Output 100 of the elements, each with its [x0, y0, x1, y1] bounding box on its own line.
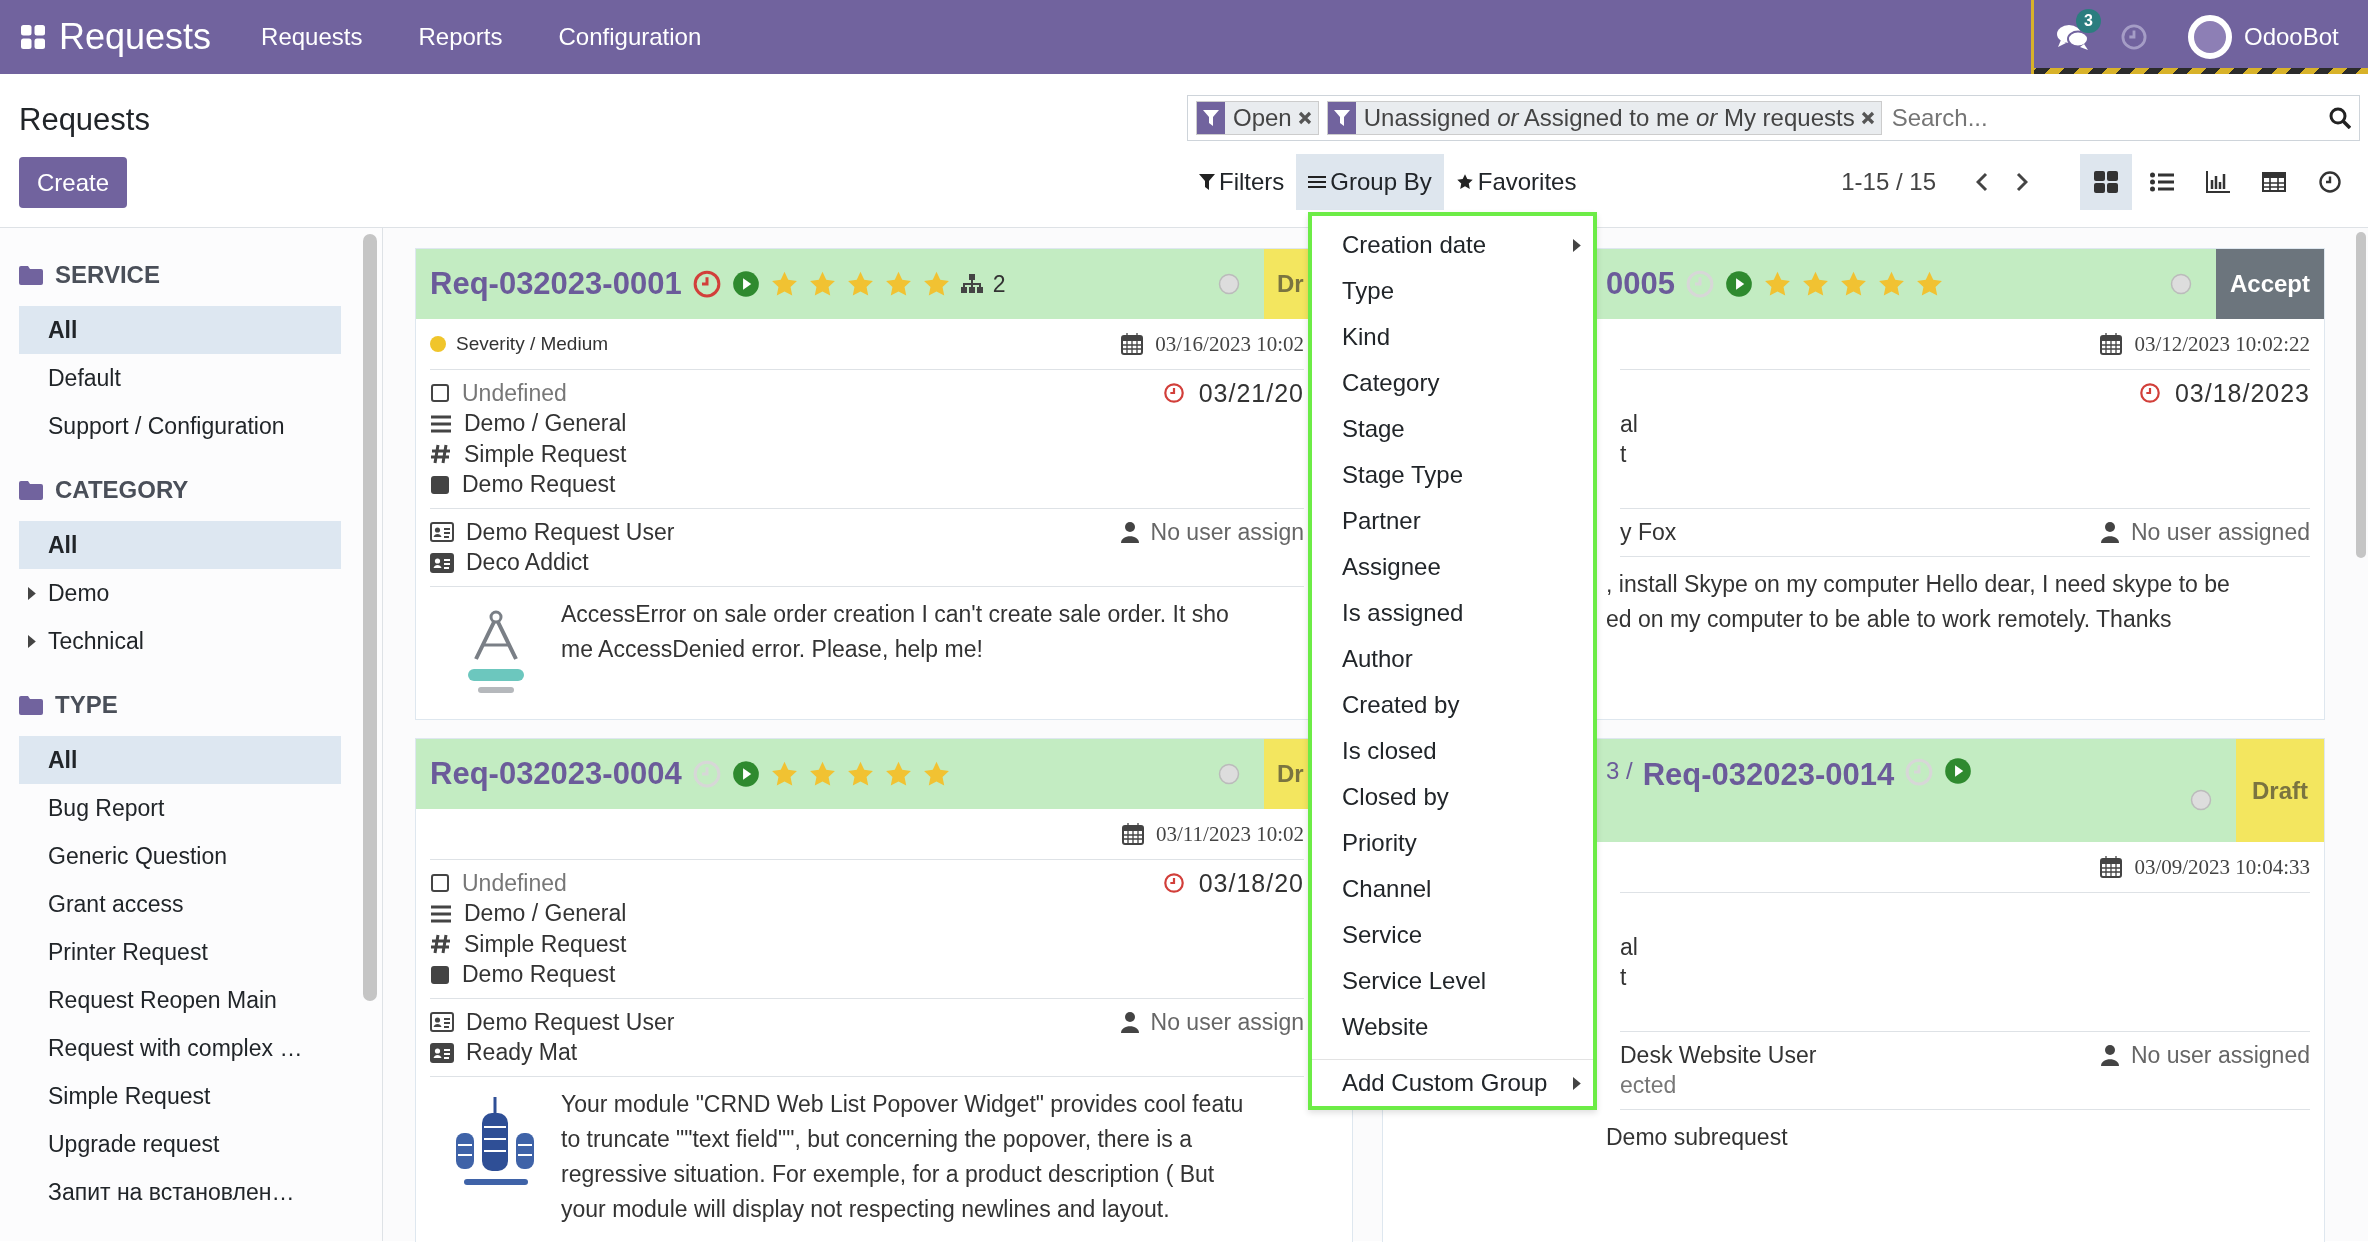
sidebar-item[interactable]: All — [19, 521, 341, 569]
status-circle-icon[interactable] — [1218, 763, 1240, 785]
kanban-view-button[interactable] — [2080, 154, 2132, 210]
description-line: Your module "CRND Web List Popover Widget" provides cool featu — [561, 1090, 1244, 1119]
id-card-icon — [430, 1012, 454, 1033]
user-name[interactable]: OdooBot — [2244, 23, 2339, 51]
favorites-button[interactable]: Favorites — [1443, 154, 1589, 210]
play-icon — [1724, 270, 1753, 298]
description-line: to truncate ""text field"", but concerning the popover, there is a — [561, 1125, 1194, 1154]
search-field[interactable]: Open Unassigned or Assigned to me or My requests Search... — [1187, 95, 2360, 141]
id-card-icon — [430, 552, 454, 573]
field-value: Demo / General — [464, 410, 627, 438]
status-circle-icon[interactable] — [2190, 788, 2212, 811]
sidebar-item[interactable]: Request Reopen Main — [19, 976, 341, 1024]
description-line: , install Skype on my computer Hello dear, I need skype to be — [1606, 569, 2230, 599]
apps-icon[interactable] — [21, 25, 45, 49]
hash-icon — [430, 443, 452, 466]
app-title[interactable]: Requests — [59, 16, 212, 58]
assignee: No user assign — [1150, 518, 1304, 546]
description-line: your module will display not respecting newlines and layout. — [561, 1195, 1171, 1224]
contact-name: Deco Addict — [466, 549, 589, 577]
square-outline-icon — [430, 873, 450, 894]
caret-right-icon — [28, 635, 36, 648]
deadline-clock-icon — [2138, 382, 2161, 404]
sidebar-item[interactable]: Support / Configuration — [19, 402, 341, 450]
stage-badge: Draft — [2236, 739, 2324, 842]
calendar-icon — [1122, 823, 1144, 845]
scrollbar[interactable] — [2356, 232, 2366, 558]
description-line: AccessError on sale order creation I can't create sale order. It sho — [561, 600, 1229, 629]
contact-name: Demo Request User — [466, 518, 675, 546]
deadline-clock-icon — [1162, 872, 1185, 894]
remove-icon — [1297, 111, 1312, 125]
severity-label: Severity / Medium — [456, 333, 609, 355]
play-icon — [1944, 757, 1973, 785]
caret-right-icon — [1573, 238, 1581, 252]
star-icon — [1455, 173, 1474, 191]
description-line: Demo subrequest — [1606, 1123, 1788, 1152]
folder-icon — [19, 695, 43, 715]
contact-name: Desk Website User — [1620, 1041, 1817, 1069]
status-circle-icon[interactable] — [2169, 273, 2192, 295]
filter-facet[interactable]: Unassigned or Assigned to me or My requests — [1326, 101, 1882, 135]
sidebar-item[interactable]: Simple Request — [19, 1072, 341, 1120]
scrollbar[interactable] — [363, 234, 377, 1001]
sidebar-item[interactable]: Запит на встановлен… — [19, 1168, 341, 1216]
description-line: ed on my computer to be able to work remotely. Thanks — [1606, 604, 2173, 634]
parent-request-link[interactable]: 3 / — [1606, 757, 1633, 785]
sidebar-item[interactable]: Default — [19, 354, 341, 402]
sidebar-item[interactable]: Upgrade request — [19, 1120, 341, 1168]
request-title[interactable]: Req-032023-0001 — [430, 266, 682, 302]
sidebar-item[interactable]: Request with complex … — [19, 1024, 341, 1072]
pager-value[interactable]: 1-15 / 15 — [1841, 168, 1936, 196]
user-icon — [2101, 521, 2119, 543]
square-outline-icon — [430, 383, 450, 404]
sidebar-item[interactable]: Bug Report — [19, 784, 341, 832]
contact-name: Ready Mat — [466, 1039, 578, 1067]
created-date: 03/09/2023 10:04:33 — [2134, 854, 2310, 880]
play-icon — [731, 270, 760, 298]
field-value: al — [1620, 933, 1638, 961]
play-icon — [731, 760, 760, 788]
subrequest-count: 2 — [992, 270, 1006, 298]
facet-label: Open — [1232, 104, 1293, 132]
chevron-left-icon — [1976, 172, 1988, 192]
sidebar-item[interactable]: All — [19, 736, 341, 784]
sidebar-item[interactable]: Generic Question — [19, 832, 341, 880]
sidebar-item[interactable]: Demo — [19, 569, 341, 617]
nav-menu-item[interactable]: Reports — [418, 23, 503, 51]
create-button[interactable]: Create — [19, 157, 127, 208]
sidebar-item[interactable]: All — [19, 306, 341, 354]
avatar[interactable] — [2188, 15, 2232, 59]
chevron-right-icon — [2016, 172, 2028, 192]
square-icon — [430, 964, 450, 985]
funnel-icon — [1199, 174, 1215, 190]
filters-button[interactable]: Filters — [1187, 154, 1297, 210]
hash-icon — [430, 933, 452, 956]
stage-badge: Accept — [2215, 249, 2324, 319]
sidebar-item[interactable]: Technical — [19, 617, 341, 665]
bars-icon — [430, 413, 452, 434]
field-value: Demo Request — [462, 471, 616, 499]
filter-facet[interactable]: Open — [1196, 101, 1319, 135]
page-title: Requests — [19, 102, 151, 138]
user-icon — [1120, 1011, 1139, 1033]
facet-label: Unassigned or Assigned to me or My requests — [1362, 104, 1856, 132]
sidebar-item[interactable]: Grant access — [19, 880, 341, 928]
request-title[interactable]: 0005 — [1606, 266, 1675, 302]
nav-menu-item[interactable]: Configuration — [558, 23, 702, 51]
activity-clock-icon — [2120, 23, 2148, 51]
groupby-button[interactable]: Group By — [1296, 154, 1444, 210]
request-title[interactable]: Req-032023-0004 — [430, 756, 682, 792]
folder-icon — [19, 265, 43, 285]
status-circle-icon[interactable] — [1218, 273, 1240, 295]
description-line: me AccessDenied error. Please, help me! — [561, 635, 984, 664]
request-title[interactable]: Req-032023-0014 — [1642, 757, 1895, 793]
deadline-date: 03/18/2023 — [2174, 378, 2310, 408]
message-count-badge: 3 — [2076, 9, 2101, 33]
field-value: Simple Request — [464, 440, 627, 468]
funnel-icon — [1333, 110, 1350, 126]
sidebar-item[interactable]: Printer Request — [19, 928, 341, 976]
assignee: No user assigned — [2131, 1041, 2310, 1069]
deadline-date: 03/21/20 — [1198, 378, 1304, 408]
nav-menu-item[interactable]: Requests — [261, 23, 363, 51]
